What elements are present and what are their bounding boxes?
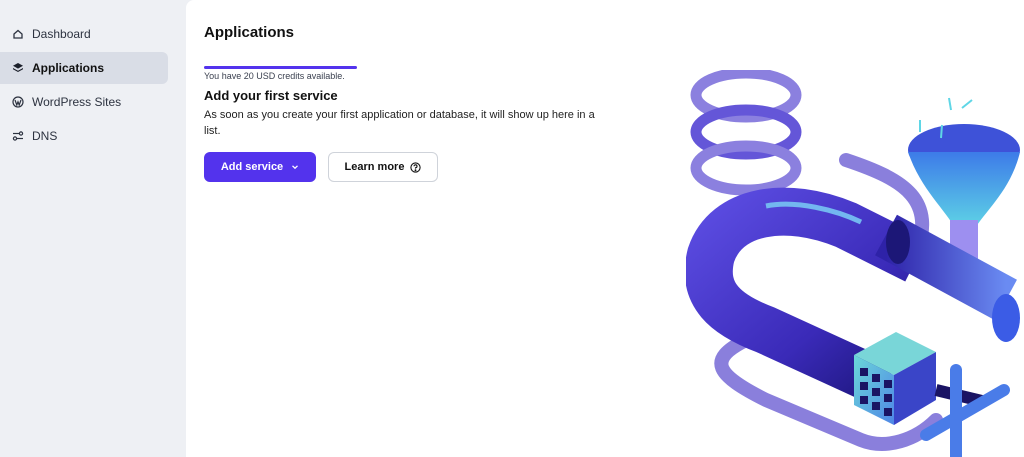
home-icon [12, 28, 24, 40]
add-service-label: Add service [220, 161, 284, 173]
layers-icon [12, 62, 24, 74]
wordpress-icon [12, 96, 24, 108]
page-title: Applications [204, 24, 295, 41]
sidebar-item-dashboard[interactable]: Dashboard [0, 18, 168, 50]
sidebar-item-wordpress-sites[interactable]: WordPress Sites [0, 86, 168, 118]
empty-state-title: Add your first service [204, 88, 338, 103]
pipeline-illustration [686, 70, 1020, 457]
help-circle-icon [410, 161, 422, 173]
sidebar-item-label: Dashboard [32, 27, 91, 41]
sidebar-item-applications[interactable]: Applications [0, 52, 168, 84]
sidebar-item-label: DNS [32, 129, 58, 143]
dns-icon [12, 130, 24, 142]
sidebar-item-label: Applications [32, 61, 105, 75]
sidebar-item-label: WordPress Sites [32, 95, 122, 109]
chevron-down-icon [291, 163, 299, 171]
credits-progress-bar [204, 66, 357, 69]
credits-text: You have 20 USD credits available. [204, 71, 345, 81]
learn-more-button[interactable]: Learn more [328, 152, 438, 182]
sidebar: Dashboard Applications WordPress Sites D… [0, 0, 186, 457]
main-content: Applications You have 20 USD credits ava… [186, 0, 1024, 457]
learn-more-label: Learn more [344, 161, 405, 173]
sidebar-item-dns[interactable]: DNS [0, 120, 168, 152]
add-service-button[interactable]: Add service [204, 152, 316, 182]
empty-state-description: As soon as you create your first applica… [204, 109, 595, 137]
